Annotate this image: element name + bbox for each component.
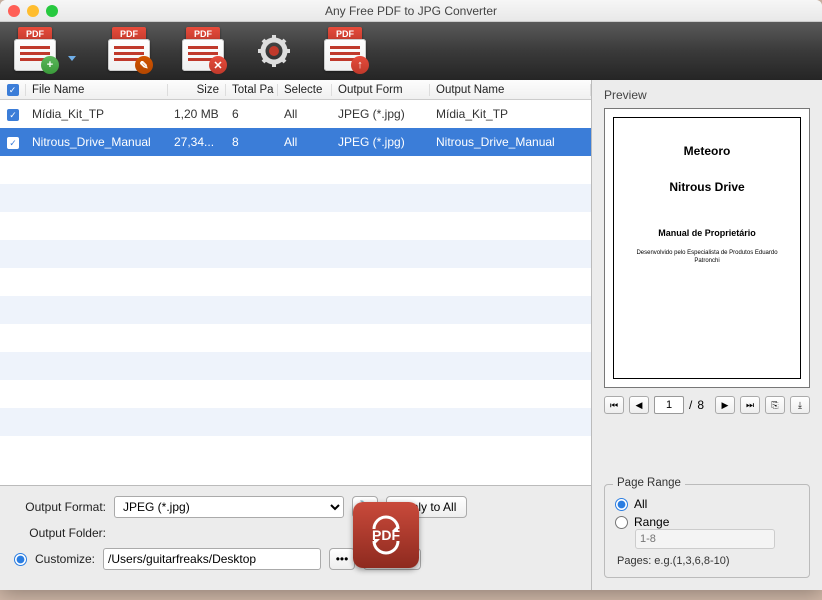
table-row-empty bbox=[0, 296, 591, 324]
edit-pdf-button[interactable]: PDF ✎ bbox=[108, 31, 150, 71]
add-dropdown-arrow-icon[interactable] bbox=[68, 56, 76, 61]
cell-selected: All bbox=[278, 135, 332, 149]
preview-title: Preview bbox=[604, 88, 810, 102]
preview-p: Desenvolvido pelo Especialista de Produt… bbox=[624, 250, 790, 266]
table-row-empty bbox=[0, 212, 591, 240]
header-checkbox[interactable]: ✓ bbox=[0, 84, 26, 96]
save-page-button[interactable]: ⤓ bbox=[790, 396, 810, 414]
pencil-icon: ✎ bbox=[135, 56, 153, 74]
page-total: 8 bbox=[697, 398, 704, 412]
range-input[interactable] bbox=[635, 529, 775, 549]
output-folder-label: Output Folder: bbox=[14, 526, 106, 540]
preview-h2: Nitrous Drive bbox=[669, 180, 744, 194]
right-pane: Preview Meteoro Nitrous Drive Manual de … bbox=[592, 80, 822, 590]
preview-box: Meteoro Nitrous Drive Manual de Propriet… bbox=[604, 108, 810, 388]
range-all-label: All bbox=[634, 497, 647, 511]
cell-file-name: Nitrous_Drive_Manual bbox=[26, 135, 168, 149]
range-custom-radio[interactable] bbox=[615, 516, 628, 529]
page-range-title: Page Range bbox=[613, 477, 685, 489]
output-format-select[interactable]: JPEG (*.jpg) bbox=[114, 496, 344, 518]
convert-button[interactable]: PDF bbox=[353, 502, 419, 568]
range-all-radio[interactable] bbox=[615, 498, 628, 511]
table-row[interactable]: ✓ Mídia_Kit_TP 1,20 MB 6 All JPEG (*.jpg… bbox=[0, 100, 591, 128]
page-sep: / bbox=[689, 398, 692, 412]
row-checkbox[interactable]: ✓ bbox=[0, 107, 26, 121]
cell-output-name: Mídia_Kit_TP bbox=[430, 107, 591, 121]
preview-nav: ⏮ ◀ / 8 ▶ ⏭ ⎘ ⤓ bbox=[604, 396, 810, 414]
prev-page-button[interactable]: ◀ bbox=[629, 396, 649, 414]
cell-total: 8 bbox=[226, 135, 278, 149]
arrow-up-icon: ↑ bbox=[351, 56, 369, 74]
header-selected[interactable]: Selecte bbox=[278, 84, 332, 96]
page-number-input[interactable] bbox=[654, 396, 684, 414]
titlebar: Any Free PDF to JPG Converter bbox=[0, 0, 822, 22]
table-row-empty bbox=[0, 352, 591, 380]
settings-button[interactable] bbox=[256, 33, 292, 69]
window-title: Any Free PDF to JPG Converter bbox=[0, 4, 822, 18]
preview-h1: Meteoro bbox=[684, 144, 731, 158]
content-area: ✓ File Name Size Total Pa Selecte Output… bbox=[0, 80, 822, 590]
toolbar: PDF + PDF ✎ PDF ✕ PDF ↑ bbox=[0, 22, 822, 80]
export-pdf-button[interactable]: PDF ↑ bbox=[324, 31, 366, 71]
copy-page-button[interactable]: ⎘ bbox=[765, 396, 785, 414]
range-custom-label: Range bbox=[634, 515, 669, 529]
table-row-empty bbox=[0, 408, 591, 436]
left-pane: ✓ File Name Size Total Pa Selecte Output… bbox=[0, 80, 592, 590]
row-checkbox[interactable]: ✓ bbox=[0, 135, 26, 149]
customize-radio[interactable] bbox=[14, 553, 27, 566]
table-row-empty bbox=[0, 324, 591, 352]
output-panel: Output Format: JPEG (*.jpg) 🔧 Apply to A… bbox=[0, 485, 591, 590]
next-page-button[interactable]: ▶ bbox=[715, 396, 735, 414]
cell-total: 6 bbox=[226, 107, 278, 121]
output-format-label: Output Format: bbox=[14, 500, 106, 514]
remove-pdf-button[interactable]: PDF ✕ bbox=[182, 31, 224, 71]
add-pdf-button[interactable]: PDF + bbox=[14, 31, 56, 71]
plus-icon: + bbox=[41, 56, 59, 74]
cell-selected: All bbox=[278, 107, 332, 121]
table-row-empty bbox=[0, 240, 591, 268]
cell-file-name: Mídia_Kit_TP bbox=[26, 107, 168, 121]
cell-format: JPEG (*.jpg) bbox=[332, 135, 430, 149]
cell-output-name: Nitrous_Drive_Manual bbox=[430, 135, 591, 149]
cell-format: JPEG (*.jpg) bbox=[332, 107, 430, 121]
table-row-empty bbox=[0, 156, 591, 184]
table-row[interactable]: ✓ Nitrous_Drive_Manual 27,34... 8 All JP… bbox=[0, 128, 591, 156]
range-hint: Pages: e.g.(1,3,6,8-10) bbox=[617, 555, 799, 567]
header-size[interactable]: Size bbox=[168, 84, 226, 96]
output-path-input[interactable] bbox=[103, 548, 321, 570]
table-row-empty bbox=[0, 268, 591, 296]
header-file-name[interactable]: File Name bbox=[26, 84, 168, 96]
header-format[interactable]: Output Form bbox=[332, 84, 430, 96]
header-output-name[interactable]: Output Name bbox=[430, 84, 591, 96]
header-total[interactable]: Total Pa bbox=[226, 84, 278, 96]
table-row-empty bbox=[0, 184, 591, 212]
table-body: ✓ Mídia_Kit_TP 1,20 MB 6 All JPEG (*.jpg… bbox=[0, 100, 591, 485]
cell-size: 1,20 MB bbox=[168, 107, 226, 121]
preview-h3: Manual de Proprietário bbox=[658, 228, 756, 238]
first-page-button[interactable]: ⏮ bbox=[604, 396, 624, 414]
convert-label: PDF bbox=[372, 527, 400, 543]
x-icon: ✕ bbox=[209, 56, 227, 74]
browse-button[interactable]: ••• bbox=[329, 548, 355, 570]
table-header: ✓ File Name Size Total Pa Selecte Output… bbox=[0, 80, 591, 100]
cell-size: 27,34... bbox=[168, 135, 226, 149]
gear-icon bbox=[256, 33, 292, 69]
app-window: Any Free PDF to JPG Converter PDF + PDF … bbox=[0, 0, 822, 590]
last-page-button[interactable]: ⏭ bbox=[740, 396, 760, 414]
preview-page: Meteoro Nitrous Drive Manual de Propriet… bbox=[613, 117, 801, 379]
customize-label: Customize: bbox=[35, 552, 95, 566]
page-range-fieldset: Page Range All Range Pages: e.g.(1,3,6,8… bbox=[604, 484, 810, 578]
table-row-empty bbox=[0, 380, 591, 408]
